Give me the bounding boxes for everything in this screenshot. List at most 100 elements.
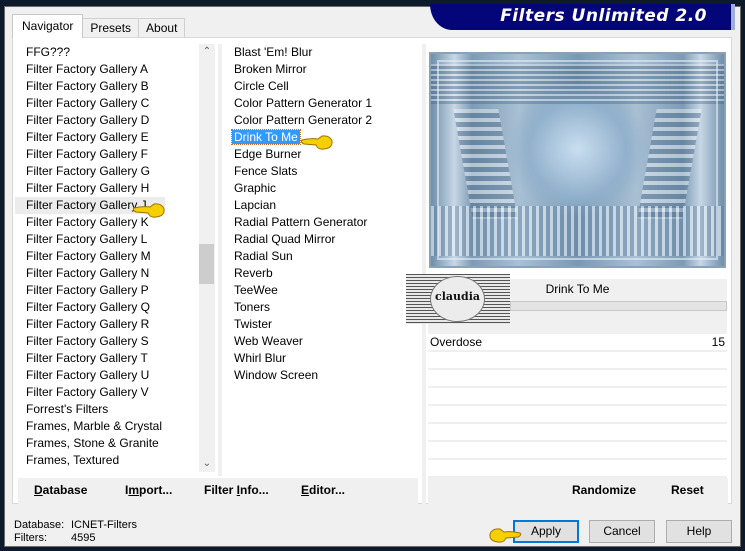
- filter-item[interactable]: Blast 'Em! Blur: [223, 44, 418, 61]
- window-title: Filters Unlimited 2.0: [500, 6, 707, 26]
- category-item[interactable]: Filter Factory Gallery E: [15, 129, 195, 146]
- filter-item[interactable]: Broken Mirror: [223, 61, 418, 78]
- category-item[interactable]: Filter Factory Gallery U: [15, 367, 195, 384]
- category-item[interactable]: Filter Factory Gallery G: [15, 163, 195, 180]
- category-item[interactable]: Frames, Textured: [15, 452, 195, 469]
- category-item[interactable]: Filter Factory Gallery N: [15, 265, 195, 282]
- category-item[interactable]: Filter Factory Gallery L: [15, 231, 195, 248]
- param-row[interactable]: [428, 442, 727, 460]
- filter-item[interactable]: Window Screen: [223, 367, 418, 384]
- label-part: ditor...: [309, 483, 346, 497]
- filter-item-label: Color Pattern Generator 1: [234, 96, 373, 110]
- category-list[interactable]: FFG??? Filter Factory Gallery A Filter Fac…: [15, 44, 195, 472]
- category-item[interactable]: Forrest's Filters: [15, 401, 195, 418]
- database-button[interactable]: Database: [34, 483, 87, 497]
- filter-item[interactable]: Radial Sun: [223, 248, 418, 265]
- tab-about[interactable]: About: [138, 18, 186, 38]
- filter-item-label: Blast 'Em! Blur: [234, 45, 313, 59]
- category-item[interactable]: Filter Factory Gallery K: [15, 214, 195, 231]
- accelerator-key: m: [128, 483, 140, 497]
- scrollbar-thumb[interactable]: [199, 244, 214, 284]
- scroll-up-icon[interactable]: ⌃: [199, 44, 215, 60]
- category-item[interactable]: Filter Factory Gallery V: [15, 384, 195, 401]
- param-label: Overdose: [430, 335, 483, 349]
- label-part: Filter: [204, 483, 237, 497]
- filter-item-label: TeeWee: [234, 283, 278, 297]
- watermark-logo: claudia: [406, 274, 510, 324]
- filter-item-label: Drink To Me: [231, 129, 301, 145]
- param-row[interactable]: [428, 370, 727, 388]
- filter-item-label: Whirl Blur: [234, 351, 287, 365]
- tab-bar: Navigator Presets About: [12, 12, 186, 38]
- param-row[interactable]: [428, 460, 727, 478]
- filter-item[interactable]: Color Pattern Generator 2: [223, 112, 418, 129]
- filter-list[interactable]: Blast 'Em! Blur Broken Mirror Circle Cell C…: [223, 44, 418, 474]
- import-button[interactable]: Import...: [125, 483, 172, 497]
- pointing-hand-icon: [300, 135, 333, 150]
- category-item[interactable]: Filter Factory Gallery B: [15, 78, 195, 95]
- label-part: port...: [139, 483, 173, 497]
- category-item[interactable]: Frames, Stone & Granite: [15, 435, 195, 452]
- category-item[interactable]: Filter Factory Gallery T: [15, 350, 195, 367]
- filter-item[interactable]: Radial Pattern Generator: [223, 214, 418, 231]
- filter-item[interactable]: Circle Cell: [223, 78, 418, 95]
- params-toolbar: Randomize Reset: [428, 478, 728, 504]
- filter-item-label: Graphic: [234, 181, 277, 195]
- param-value: 15: [711, 335, 725, 349]
- help-button[interactable]: Help: [666, 520, 732, 543]
- filter-item-label: Color Pattern Generator 2: [234, 113, 373, 127]
- filter-item[interactable]: Color Pattern Generator 1: [223, 95, 418, 112]
- param-row[interactable]: [428, 352, 727, 370]
- cancel-button[interactable]: Cancel: [589, 520, 655, 543]
- filter-item[interactable]: TeeWee: [223, 282, 418, 299]
- filter-item-label: Twister: [234, 317, 273, 331]
- filters-count-label: Filters:: [14, 532, 47, 544]
- filter-item[interactable]: Radial Quad Mirror: [223, 231, 418, 248]
- database-label: Database:: [14, 519, 65, 531]
- category-item[interactable]: Filter Factory Gallery Q: [15, 299, 195, 316]
- filters-count-value: 4595: [71, 532, 96, 544]
- watermark-text: claudia: [435, 290, 480, 303]
- filter-item[interactable]: Graphic: [223, 180, 418, 197]
- filter-item[interactable]: Web Weaver: [223, 333, 418, 350]
- filter-item-label: Radial Sun: [234, 249, 293, 263]
- category-item[interactable]: Filter Factory Gallery M: [15, 248, 195, 265]
- filter-item[interactable]: Fence Slats: [223, 163, 418, 180]
- label-part: nfo...: [240, 483, 269, 497]
- filter-item-label: Window Screen: [234, 368, 319, 382]
- category-item[interactable]: Filter Factory Gallery A: [15, 61, 195, 78]
- filter-item-label: Edge Burner: [234, 147, 302, 161]
- filter-item-label: Lapcian: [234, 198, 277, 212]
- category-scrollbar[interactable]: ⌃ ⌄: [199, 44, 215, 472]
- category-item[interactable]: Filter Factory Gallery R: [15, 316, 195, 333]
- param-row[interactable]: [428, 406, 727, 424]
- category-item[interactable]: Filter Factory Gallery F: [15, 146, 195, 163]
- category-item[interactable]: Filter Factory Gallery H: [15, 180, 195, 197]
- filter-item[interactable]: Toners: [223, 299, 418, 316]
- apply-button[interactable]: Apply: [513, 520, 579, 543]
- filter-item[interactable]: Whirl Blur: [223, 350, 418, 367]
- param-row[interactable]: [428, 424, 727, 442]
- category-item[interactable]: Filter Factory Gallery C: [15, 95, 195, 112]
- editor-button[interactable]: Editor...: [301, 483, 345, 497]
- tab-navigator[interactable]: Navigator: [12, 14, 84, 38]
- filter-item[interactable]: Twister: [223, 316, 418, 333]
- filter-info-button[interactable]: Filter Info...: [204, 483, 269, 497]
- randomize-button[interactable]: Randomize: [572, 483, 636, 497]
- param-row[interactable]: [428, 388, 727, 406]
- filter-item-label: Radial Quad Mirror: [234, 232, 336, 246]
- filter-item[interactable]: Reverb: [223, 265, 418, 282]
- category-item[interactable]: Filter Factory Gallery D: [15, 112, 195, 129]
- category-item[interactable]: Filter Factory Gallery S: [15, 333, 195, 350]
- scroll-down-icon[interactable]: ⌄: [199, 456, 215, 472]
- reset-button[interactable]: Reset: [671, 483, 704, 497]
- param-row[interactable]: Overdose 15: [428, 334, 727, 352]
- tab-presets[interactable]: Presets: [82, 18, 140, 38]
- pointing-hand-icon: [132, 203, 165, 218]
- watermark-oval: claudia: [430, 276, 485, 322]
- filter-item[interactable]: Lapcian: [223, 197, 418, 214]
- category-item[interactable]: Filter Factory Gallery P: [15, 282, 195, 299]
- category-item[interactable]: Frames, Marble & Crystal: [15, 418, 195, 435]
- status-area: Database: ICNET-Filters Filters: 4595: [14, 519, 137, 545]
- category-item[interactable]: FFG???: [15, 44, 195, 61]
